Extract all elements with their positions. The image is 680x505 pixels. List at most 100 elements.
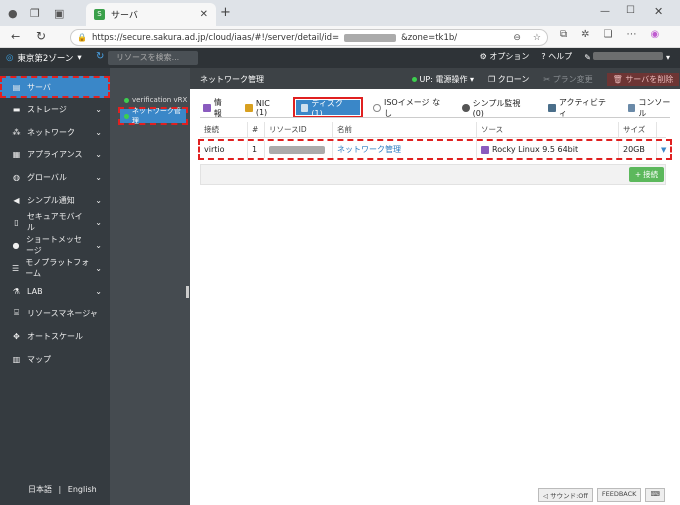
tab-simple-monitor[interactable]: シンプル監視 (0) <box>459 98 535 118</box>
sidebar-item-label: ショートメッセージ <box>25 235 82 255</box>
refresh-icon[interactable]: ↻ <box>96 51 104 62</box>
tree-icon: ⌸ <box>14 308 19 317</box>
sidebar-item-storage[interactable]: ▬ ストレージ ⌄ <box>0 98 110 120</box>
clone-label: クローン <box>497 75 530 84</box>
tree-item-verification-vrx[interactable]: verification vRX <box>124 96 187 104</box>
profile-icon[interactable]: ● <box>8 7 18 20</box>
sidebar-item-simple-notification[interactable]: ◀ シンプル通知 ⌄ <box>0 189 110 211</box>
tab-nic[interactable]: NIC (1) <box>242 98 286 117</box>
tree-item-label: ネットワーク管理 <box>131 107 181 125</box>
tab-title: サーバ <box>111 11 138 21</box>
reload-icon[interactable]: ↻ <box>36 29 46 43</box>
extensions-puzzle-icon[interactable]: ✲ <box>581 29 589 40</box>
server-icon: ▤ <box>12 82 21 92</box>
col-number[interactable]: # <box>248 122 265 137</box>
maximize-icon[interactable]: ☐ <box>626 5 635 16</box>
lang-separator: | <box>58 485 62 494</box>
sidebar-item-label: ストレージ <box>27 104 67 114</box>
cell-name-link[interactable]: ネットワーク管理 <box>333 141 477 158</box>
col-resource-id[interactable]: リソースID <box>265 122 333 137</box>
tab-iso[interactable]: ISOイメージ なし <box>370 98 449 118</box>
zone-selector[interactable]: ◎ 東京第2ゾーン ▾ <box>6 52 82 64</box>
sidebar-item-server[interactable]: ▤ サーバ <box>0 76 110 98</box>
sidebar-item-short-message[interactable]: ● ショートメッセージ ⌄ <box>0 234 110 256</box>
chevron-down-icon: ⌄ <box>95 263 102 273</box>
workspaces-icon[interactable]: ❐ <box>30 7 40 20</box>
minimize-icon[interactable]: — <box>600 6 610 17</box>
lang-en-link[interactable]: English <box>68 485 97 494</box>
reader-icon[interactable]: ⊖ <box>513 33 521 43</box>
sidebar-item-lab[interactable]: ⚗ LAB ⌄ <box>0 280 110 302</box>
plan-change-button[interactable]: ✂ プラン変更 <box>543 74 592 85</box>
back-icon[interactable]: ← <box>11 30 20 43</box>
sidebar-item-label: LAB <box>27 286 43 296</box>
col-source[interactable]: ソース <box>477 122 619 137</box>
col-name[interactable]: 名前 <box>333 122 477 137</box>
sidebar-item-label: グローバル <box>27 172 67 182</box>
options-menu[interactable]: ⚙ オプション <box>480 51 530 62</box>
resource-search-input[interactable]: リソースを検索... <box>108 51 198 65</box>
status-dot-icon <box>124 113 129 119</box>
plus-icon: + <box>634 170 642 179</box>
favorite-star-icon[interactable]: ☆ <box>533 33 541 43</box>
sidebar-item-map[interactable]: ▥ マップ <box>0 348 110 370</box>
tab-console[interactable]: コンソール <box>625 98 680 118</box>
lang-ja-link[interactable]: 日本語 <box>28 485 52 494</box>
sound-toggle[interactable]: ◁ サウンド:Off <box>538 488 593 502</box>
clone-button[interactable]: ❐ クローン <box>488 74 529 85</box>
keyboard-icon[interactable]: ⌨ <box>645 488 665 502</box>
zone-label: 東京第2ゾーン <box>17 54 74 64</box>
tab-info[interactable]: 情報 <box>200 98 232 118</box>
sidebar-item-mono-platform[interactable]: ☰ モノプラットフォーム ⌄ <box>0 257 110 279</box>
sidebar-item-resource-manager[interactable]: ⌸ リソースマネージャ <box>0 302 110 324</box>
power-button[interactable]: UP: 電源操作 ▾ <box>412 74 474 85</box>
tab-disk[interactable]: ディスク (1) <box>292 97 364 118</box>
sidebar-item-label: マップ <box>27 354 51 364</box>
map-icon: ▥ <box>12 354 21 364</box>
panel-resize-handle[interactable] <box>186 286 189 298</box>
sidebar-item-secure-mobile[interactable]: ▯ セキュアモバイル ⌄ <box>0 211 110 233</box>
connect-button[interactable]: + 接続 <box>629 167 664 182</box>
sidebar-item-label: セキュアモバイル <box>26 212 83 232</box>
tab-label: シンプル監視 (0) <box>472 98 521 118</box>
tree-item-network-admin[interactable]: ネットワーク管理 <box>118 107 188 125</box>
megaphone-icon: ◀ <box>13 195 20 205</box>
chevron-down-icon: ⌄ <box>95 240 102 250</box>
col-size[interactable]: サイズ <box>619 122 657 137</box>
status-dot-icon <box>124 97 129 103</box>
close-window-icon[interactable]: ✕ <box>654 5 663 18</box>
table-row[interactable]: virtio 1 ネットワーク管理 Rocky Linux 9.5 64bit … <box>198 139 672 160</box>
browser-tab[interactable]: S サーバ ✕ <box>86 3 216 26</box>
tab-actions-icon[interactable]: ▣ <box>54 7 64 20</box>
table-footer <box>200 164 666 185</box>
sidebar-item-network[interactable]: ⁂ ネットワーク ⌄ <box>0 121 110 143</box>
sidebar-item-appliance[interactable]: ▦ アプライアンス ⌄ <box>0 143 110 165</box>
delete-server-button[interactable]: 🗑 サーバを削除 <box>606 73 680 86</box>
chevron-down-icon: ⌄ <box>95 172 102 182</box>
source-label: Rocky Linux 9.5 64bit <box>492 145 579 154</box>
tab-label: ディスク (1) <box>311 98 343 118</box>
cell-connection: virtio <box>200 141 248 158</box>
sidebar-item-label: モノプラットフォーム <box>25 258 90 278</box>
sidebar-item-global[interactable]: ◍ グローバル ⌄ <box>0 166 110 188</box>
new-tab-button[interactable]: + <box>220 5 231 20</box>
collections-icon[interactable]: ❏ <box>604 29 613 40</box>
tab-activity[interactable]: アクティビティ <box>545 98 615 118</box>
redacted-account <box>593 51 664 60</box>
menu-dots-icon[interactable]: ⋯ <box>627 29 637 40</box>
url-field[interactable]: 🔒 https://secure.sakura.ad.jp/cloud/iaas… <box>70 29 548 46</box>
help-menu[interactable]: ? ヘルプ <box>541 51 572 62</box>
row-menu-chevron-icon[interactable]: ▼ <box>657 141 667 158</box>
feedback-button[interactable]: FEEDBACK <box>596 488 642 502</box>
account-menu[interactable]: ✎ ▾ <box>584 51 670 62</box>
tab-label: NIC (1) <box>255 98 270 117</box>
lock-icon: 🔒 <box>77 33 87 42</box>
globe-icon: ◍ <box>13 172 20 182</box>
extension-icon[interactable]: ⧉ <box>560 29 567 40</box>
copilot-icon[interactable]: ◉ <box>651 29 660 40</box>
col-connection[interactable]: 接続 <box>200 122 248 137</box>
sound-label: サウンド:Off <box>550 492 588 500</box>
tab-label: 情報 <box>213 97 222 118</box>
sidebar-item-autoscale[interactable]: ✥ オートスケール <box>0 325 110 347</box>
close-tab-icon[interactable]: ✕ <box>200 9 208 20</box>
